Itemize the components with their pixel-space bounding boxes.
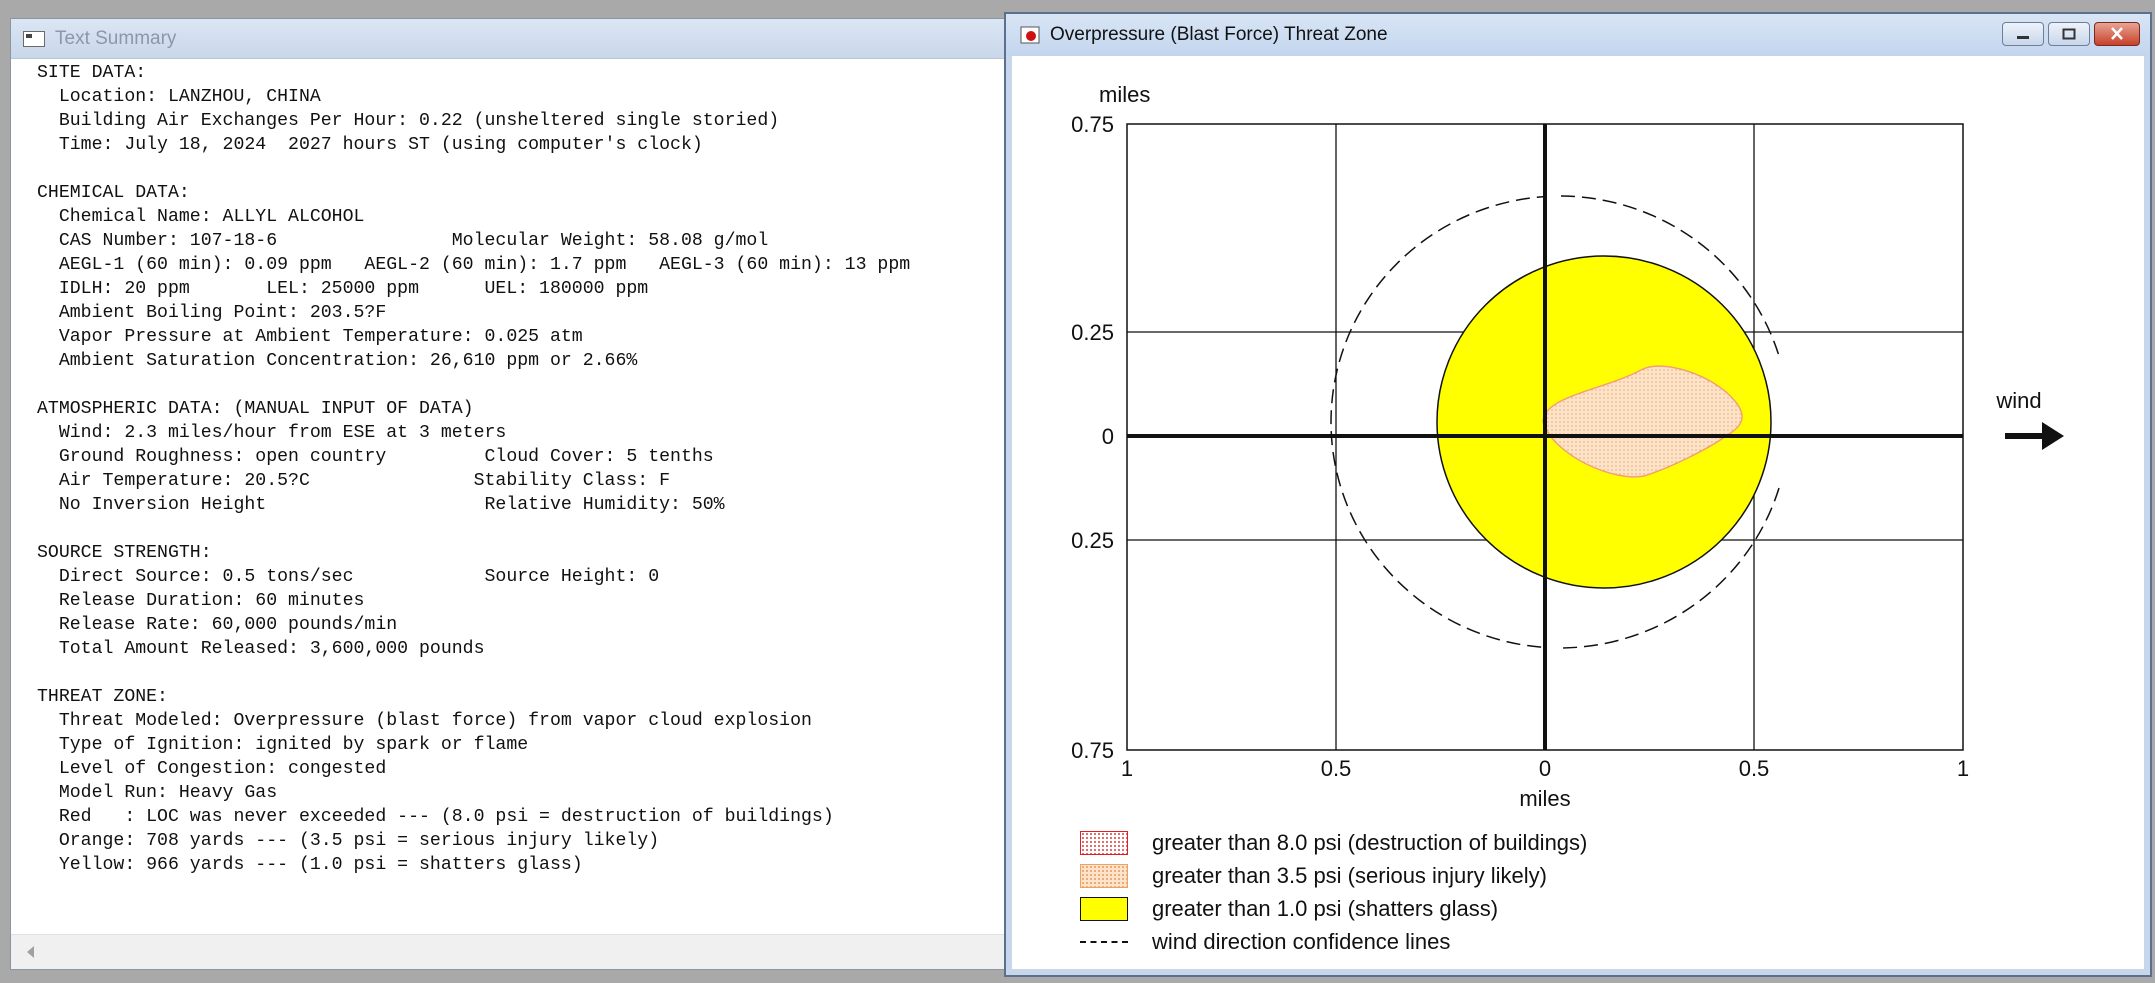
summary-line: Direct Source: 0.5 tons/sec Source Heigh…: [37, 567, 660, 587]
summary-section: THREAT ZONE: Threat Modeled: Overpressur…: [37, 685, 1009, 877]
x-tick-label: 0.5: [1321, 756, 1352, 781]
summary-line: Orange: 708 yards --- (3.5 psi = serious…: [37, 831, 660, 851]
summary-line: Ambient Boiling Point: 203.5?F: [37, 303, 387, 323]
summary-line: Wind: 2.3 miles/hour from ESE at 3 meter…: [37, 423, 507, 443]
x-tick-label: 1: [1957, 756, 1969, 781]
summary-line: AEGL-1 (60 min): 0.09 ppm AEGL-2 (60 min…: [37, 255, 911, 275]
summary-section: SITE DATA: Location: LANZHOU, CHINA Buil…: [37, 61, 1009, 157]
y-tick-label: 0: [1102, 424, 1114, 449]
summary-line: Ambient Saturation Concentration: 26,610…: [37, 351, 638, 371]
x-tick-label: 1: [1121, 756, 1133, 781]
summary-line: Air Temperature: 20.5?C Stability Class:…: [37, 471, 671, 491]
y-tick-label: 0.25: [1071, 320, 1114, 345]
summary-line: Red : LOC was never exceeded --- (8.0 ps…: [37, 807, 834, 827]
summary-section: CHEMICAL DATA: Chemical Name: ALLYL ALCO…: [37, 181, 1009, 373]
summary-section: SOURCE STRENGTH: Direct Source: 0.5 tons…: [37, 541, 1009, 661]
text-summary-title: Text Summary: [55, 27, 177, 49]
summary-section-heading: ATMOSPHERIC DATA: (MANUAL INPUT OF DATA): [37, 399, 474, 419]
y-axis-unit-label: miles: [1099, 82, 1150, 107]
summary-line: Total Amount Released: 3,600,000 pounds: [37, 639, 485, 659]
summary-line: IDLH: 20 ppm LEL: 25000 ppm UEL: 180000 …: [37, 279, 649, 299]
legend-item-yellow: greater than 1.0 psi (shatters glass): [1080, 892, 1587, 925]
legend-item-dashed: wind direction confidence lines: [1080, 925, 1587, 958]
x-tick-label: 0: [1539, 756, 1551, 781]
summary-section-heading: CHEMICAL DATA:: [37, 183, 190, 203]
legend-label: wind direction confidence lines: [1152, 928, 1451, 954]
legend-label: greater than 8.0 psi (destruction of bui…: [1152, 829, 1588, 855]
summary-line: Vapor Pressure at Ambient Temperature: 0…: [37, 327, 583, 347]
summary-line: Release Rate: 60,000 pounds/min: [37, 615, 398, 635]
red-zone-swatch: [1080, 830, 1128, 855]
summary-line: Release Duration: 60 minutes: [37, 591, 365, 611]
summary-line: No Inversion Height Relative Humidity: 5…: [37, 495, 725, 515]
dashed-line-swatch: [1080, 940, 1128, 943]
y-tick-label: 0.75: [1071, 112, 1114, 137]
close-button[interactable]: [2094, 22, 2140, 46]
summary-line: Ground Roughness: open country Cloud Cov…: [37, 447, 714, 467]
legend-item-red: greater than 8.0 psi (destruction of bui…: [1080, 826, 1587, 859]
orange-zone-swatch: [1080, 863, 1128, 888]
text-summary-titlebar[interactable]: Text Summary: [11, 19, 1009, 59]
summary-line: Threat Modeled: Overpressure (blast forc…: [37, 711, 812, 731]
yellow-zone-swatch: [1080, 896, 1128, 921]
legend-label: greater than 3.5 psi (serious injury lik…: [1152, 862, 1547, 888]
summary-line: Location: LANZHOU, CHINA: [37, 87, 321, 107]
threat-zone-window: Overpressure (Blast Force) Threat Zone m…: [1004, 12, 2152, 977]
y-tick-label: 0.25: [1071, 528, 1114, 553]
text-summary-window-icon: [23, 30, 45, 47]
scroll-left-arrow-icon[interactable]: [27, 946, 34, 958]
summary-line: Type of Ignition: ignited by spark or fl…: [37, 735, 529, 755]
summary-line: Level of Congestion: congested: [37, 759, 387, 779]
minimize-button[interactable]: [2002, 22, 2044, 46]
legend-label: greater than 1.0 psi (shatters glass): [1152, 895, 1499, 921]
summary-section-heading: SOURCE STRENGTH:: [37, 543, 212, 563]
summary-line: Chemical Name: ALLYL ALCOHOL: [37, 207, 365, 227]
summary-section-heading: SITE DATA:: [37, 63, 147, 83]
maximize-button[interactable]: [2048, 22, 2090, 46]
text-summary-window: Text Summary SITE DATA: Location: LANZHO…: [10, 18, 1010, 970]
summary-line: Building Air Exchanges Per Hour: 0.22 (u…: [37, 111, 780, 131]
minimize-icon: [2017, 36, 2029, 39]
x-tick-label: 0.5: [1739, 756, 1770, 781]
y-tick-label: 0.75: [1071, 738, 1114, 763]
legend-item-orange: greater than 3.5 psi (serious injury lik…: [1080, 859, 1587, 892]
maximize-icon: [2062, 28, 2076, 40]
summary-line: CAS Number: 107-18-6 Molecular Weight: 5…: [37, 231, 769, 251]
threat-zone-title: Overpressure (Blast Force) Threat Zone: [1050, 24, 1388, 45]
wind-arrow-icon: [2005, 422, 2064, 450]
close-icon: [2111, 27, 2123, 40]
horizontal-scrollbar[interactable]: [11, 934, 1009, 969]
summary-line: Time: July 18, 2024 2027 hours ST (using…: [37, 135, 703, 155]
threat-zone-legend: greater than 8.0 psi (destruction of bui…: [1080, 826, 1587, 958]
threat-zone-plot-area: miles 0.75 0.25 0 0.25 0.75 1 0.5 0 0.5 …: [1014, 56, 2142, 967]
text-summary-content: SITE DATA: Location: LANZHOU, CHINA Buil…: [11, 59, 1009, 935]
summary-line: Model Run: Heavy Gas: [37, 783, 278, 803]
summary-section: ATMOSPHERIC DATA: (MANUAL INPUT OF DATA)…: [37, 397, 1009, 517]
wind-label: wind: [1995, 388, 2041, 413]
summary-section-heading: THREAT ZONE:: [37, 687, 168, 707]
threat-zone-titlebar[interactable]: Overpressure (Blast Force) Threat Zone: [1006, 14, 2150, 56]
threat-zone-window-icon: [1020, 26, 1040, 44]
summary-line: Yellow: 966 yards --- (1.0 psi = shatter…: [37, 855, 583, 875]
x-axis-unit-label: miles: [1519, 786, 1570, 811]
